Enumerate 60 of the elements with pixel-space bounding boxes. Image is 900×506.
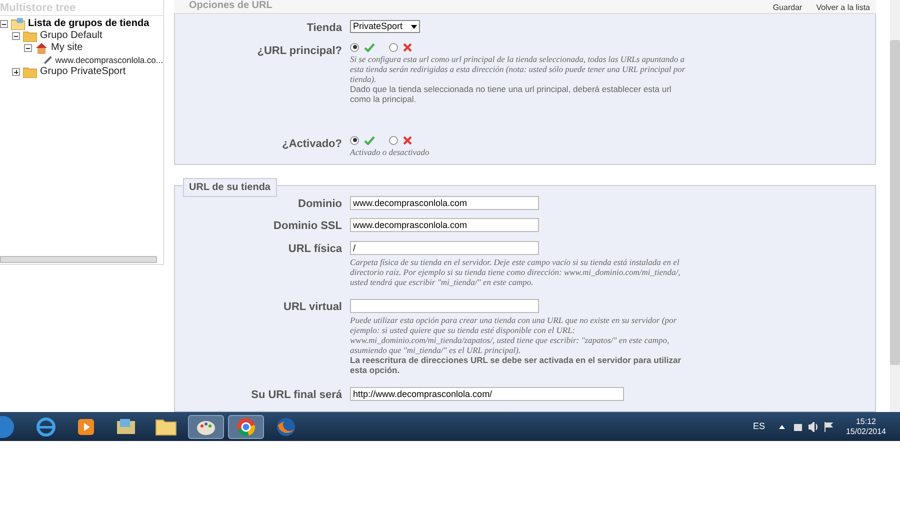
caret-icon xyxy=(411,24,417,29)
tree-item[interactable]: Lista de grupos de tienda xyxy=(28,18,150,30)
fox-globe-icon xyxy=(275,416,297,438)
store-dropdown[interactable]: PrivateSport xyxy=(350,20,420,34)
toolbar-button[interactable]: Volver a la lista xyxy=(816,4,870,12)
collapse-icon[interactable] xyxy=(0,20,8,28)
radio-button[interactable] xyxy=(350,42,359,52)
folder-icon xyxy=(23,66,37,78)
caret-icon[interactable] xyxy=(778,424,785,428)
scrollbar[interactable] xyxy=(0,256,157,263)
folder-icon xyxy=(115,416,137,436)
cross-icon xyxy=(403,136,412,145)
help-text: Activado o desactivado xyxy=(350,146,430,157)
toolbar-button[interactable]: Guardar xyxy=(772,4,802,12)
text-field[interactable]: / xyxy=(350,240,539,254)
flag-icon[interactable] xyxy=(824,422,834,432)
play-icon xyxy=(76,416,96,436)
field-label: ¿URL principal? xyxy=(256,44,343,59)
browser-e-icon xyxy=(35,416,57,438)
expand-icon[interactable] xyxy=(12,68,20,76)
radio-button[interactable] xyxy=(350,136,359,145)
field-label: URL física xyxy=(287,242,343,256)
tree-item[interactable]: Grupo Default xyxy=(40,30,102,42)
speaker-icon[interactable] xyxy=(808,422,819,432)
house-icon xyxy=(35,42,48,54)
folder-icon xyxy=(155,416,177,436)
field-label: Su URL final será xyxy=(250,388,343,402)
folder-icon xyxy=(11,18,25,30)
collapse-icon[interactable] xyxy=(24,44,32,52)
field-label: URL virtual xyxy=(282,300,343,314)
radio-button[interactable] xyxy=(389,42,398,52)
help-text: Si se configura esta url como url principal de la tienda seleccionada, todas las URLs apuntando a esta tienda serán redirigidas a esta dirección (nota: usted sólo puede tener una URL principal por tienda). Dado que la tienda seleccionada no tiene una url principal, deberá establecer esta url como la principal. xyxy=(350,54,686,104)
clock[interactable]: 15:12 15/02/2014 xyxy=(846,416,886,436)
folder-icon xyxy=(23,30,37,42)
section-legend: Opciones de URL xyxy=(184,0,278,14)
scrollbar[interactable] xyxy=(890,0,900,412)
text-field[interactable]: www.decomprasconlola.com xyxy=(350,218,539,232)
tree-item[interactable]: Grupo PrivateSport xyxy=(40,66,126,78)
field-label: ¿Activado? xyxy=(281,136,343,152)
field-label: Tienda xyxy=(306,21,343,36)
help-text: Carpeta física de su tienda en el servidor. Deje este campo vacío si su tienda está instalada en el directorio raíz. Por ejemplo si su tienda tiene como dirección: www.mi_dominio.com/mi_tienda/, usted tendrá que escribir "mi_tienda/" en este campo. xyxy=(350,256,682,286)
field-label: Dominio SSL xyxy=(272,219,343,234)
cross-icon xyxy=(403,42,412,52)
tree-item[interactable]: www.decomprasconlola.co... xyxy=(55,54,163,66)
check-icon xyxy=(364,42,375,52)
collapse-icon[interactable] xyxy=(12,32,20,40)
start-button[interactable] xyxy=(0,416,14,438)
radio-button[interactable] xyxy=(389,136,398,145)
text-field[interactable]: www.decomprasconlola.com xyxy=(350,196,539,210)
language-indicator[interactable]: ES xyxy=(752,420,765,434)
taskbar-app[interactable] xyxy=(228,414,264,438)
circle-logo-icon xyxy=(235,416,257,438)
field-label: Dominio xyxy=(297,196,343,212)
text-field[interactable] xyxy=(350,298,539,312)
section-legend: URL de su tienda xyxy=(183,178,276,196)
taskbar-app[interactable] xyxy=(188,414,224,438)
help-text: Puede utilizar esta opción para crear una tienda con una URL que no existe en su servidor (por ejemplo: si usted quiere que su tienda esté disponible con el URL: www.mi_dominio.com/mi_tienda/zapatos/, usted tiene que escribir: "zapatos/" en este campo, asumiendo que "mi_tienda/" es el URL principal). La reescritura de direcciones URL se debe ser activada en el servidor para utilizar esta opción. xyxy=(350,314,682,374)
check-icon xyxy=(364,136,375,145)
tree-item[interactable]: My site xyxy=(51,42,83,54)
text-field[interactable]: http://www.decomprasconlola.com/ xyxy=(350,386,624,400)
